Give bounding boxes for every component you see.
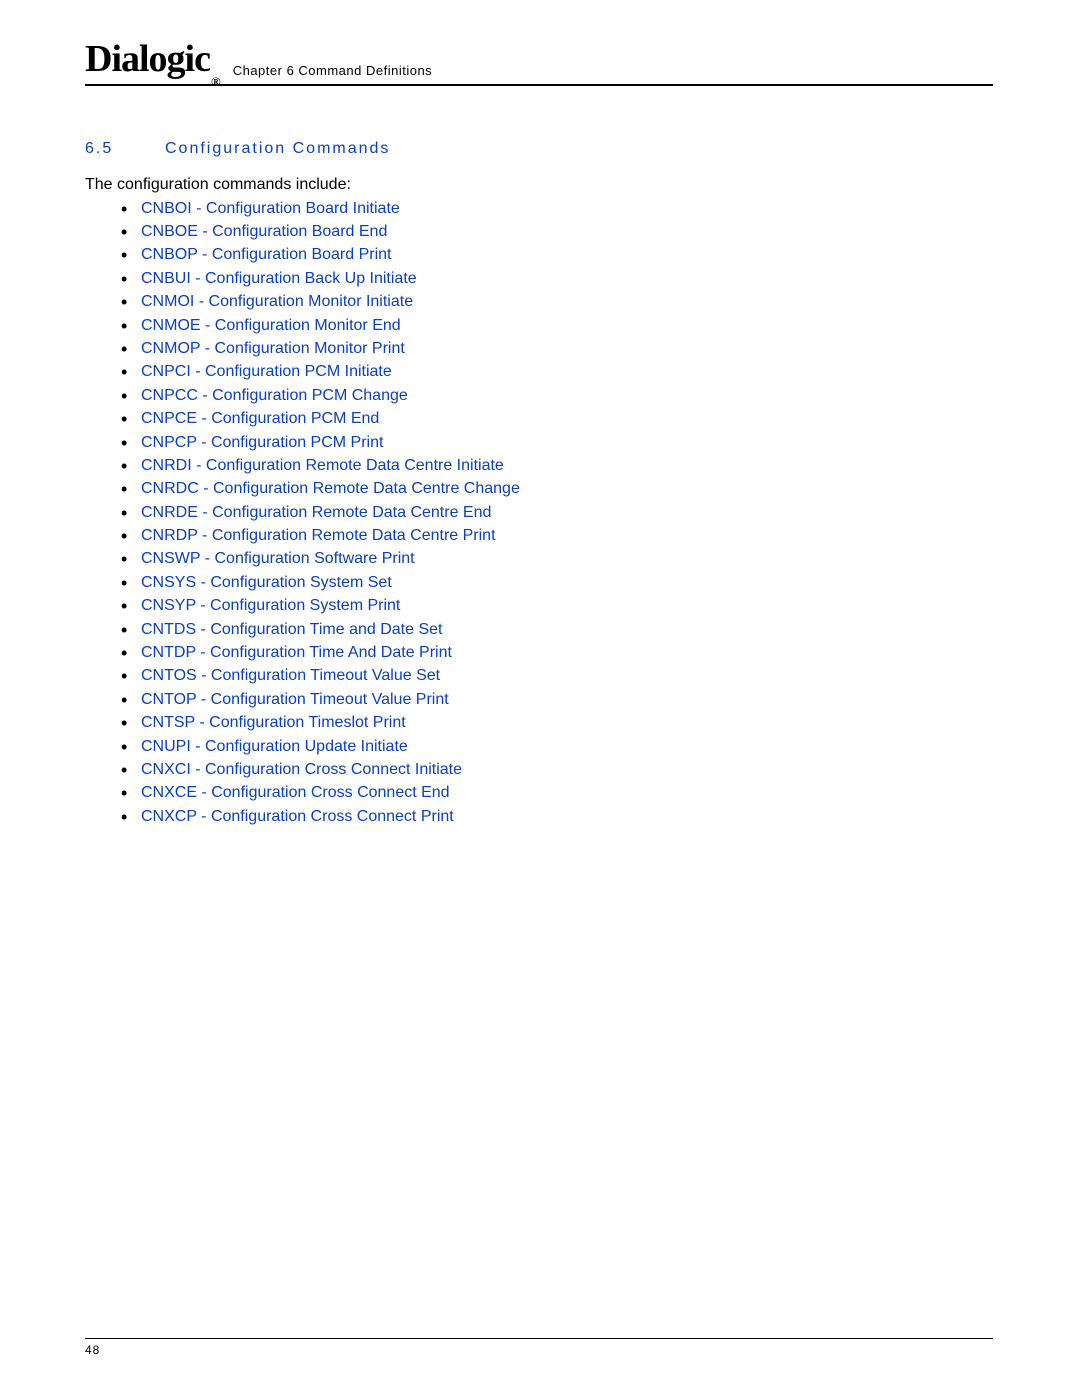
section-intro: The configuration commands include: <box>85 176 995 194</box>
command-link[interactable]: CNTDP - Configuration Time And Date Prin… <box>141 644 452 661</box>
section-number: 6.5 <box>85 140 165 158</box>
command-link[interactable]: CNMOE - Configuration Monitor End <box>141 317 401 334</box>
command-link[interactable]: CNPCC - Configuration PCM Change <box>141 387 408 404</box>
command-link[interactable]: CNBUI - Configuration Back Up Initiate <box>141 270 417 287</box>
command-link[interactable]: CNTDS - Configuration Time and Date Set <box>141 621 442 638</box>
list-item: CNTSP - Configuration Timeslot Print <box>121 714 995 732</box>
command-link[interactable]: CNPCE - Configuration PCM End <box>141 410 379 427</box>
list-item: CNMOP - Configuration Monitor Print <box>121 340 995 358</box>
command-link[interactable]: CNSYS - Configuration System Set <box>141 574 392 591</box>
command-link[interactable]: CNTOS - Configuration Timeout Value Set <box>141 667 440 684</box>
list-item: CNMOI - Configuration Monitor Initiate <box>121 293 995 311</box>
list-item: CNTDS - Configuration Time and Date Set <box>121 621 995 639</box>
command-link[interactable]: CNTSP - Configuration Timeslot Print <box>141 714 406 731</box>
command-link[interactable]: CNMOP - Configuration Monitor Print <box>141 340 405 357</box>
list-item: CNSWP - Configuration Software Print <box>121 550 995 568</box>
command-link[interactable]: CNRDE - Configuration Remote Data Centre… <box>141 504 491 521</box>
list-item: CNRDE - Configuration Remote Data Centre… <box>121 504 995 522</box>
brand-logo: Dialogic® <box>85 40 219 82</box>
registered-trademark-icon: ® <box>211 74 220 89</box>
list-item: CNPCE - Configuration PCM End <box>121 410 995 428</box>
command-link[interactable]: CNRDP - Configuration Remote Data Centre… <box>141 527 496 544</box>
list-item: CNRDC - Configuration Remote Data Centre… <box>121 480 995 498</box>
brand-logo-text: Dialogic <box>85 38 210 80</box>
section-title: Configuration Commands <box>165 140 390 158</box>
command-link[interactable]: CNRDI - Configuration Remote Data Centre… <box>141 457 504 474</box>
command-link[interactable]: CNPCP - Configuration PCM Print <box>141 434 383 451</box>
list-item: CNTOS - Configuration Timeout Value Set <box>121 667 995 685</box>
command-link[interactable]: CNPCI - Configuration PCM Initiate <box>141 363 392 380</box>
list-item: CNUPI - Configuration Update Initiate <box>121 738 995 756</box>
page-number: 48 <box>85 1343 100 1357</box>
command-link[interactable]: CNBOP - Configuration Board Print <box>141 246 391 263</box>
list-item: CNPCC - Configuration PCM Change <box>121 387 995 405</box>
command-link[interactable]: CNSWP - Configuration Software Print <box>141 550 415 567</box>
list-item: CNSYS - Configuration System Set <box>121 574 995 592</box>
list-item: CNBUI - Configuration Back Up Initiate <box>121 270 995 288</box>
list-item: CNXCI - Configuration Cross Connect Init… <box>121 761 995 779</box>
list-item: CNBOI - Configuration Board Initiate <box>121 200 995 218</box>
command-link[interactable]: CNBOE - Configuration Board End <box>141 223 387 240</box>
list-item: CNSYP - Configuration System Print <box>121 597 995 615</box>
document-page: Dialogic® Chapter 6 Command Definitions … <box>0 0 1080 1397</box>
page-footer: 48 <box>85 1338 993 1357</box>
list-item: CNBOP - Configuration Board Print <box>121 246 995 264</box>
list-item: CNPCP - Configuration PCM Print <box>121 434 995 452</box>
list-item: CNRDI - Configuration Remote Data Centre… <box>121 457 995 475</box>
section-heading: 6.5 Configuration Commands <box>85 140 995 158</box>
list-item: CNTOP - Configuration Timeout Value Prin… <box>121 691 995 709</box>
list-item: CNXCP - Configuration Cross Connect Prin… <box>121 808 995 826</box>
list-item: CNPCI - Configuration PCM Initiate <box>121 363 995 381</box>
list-item: CNBOE - Configuration Board End <box>121 223 995 241</box>
command-link[interactable]: CNXCP - Configuration Cross Connect Prin… <box>141 808 454 825</box>
command-link[interactable]: CNRDC - Configuration Remote Data Centre… <box>141 480 520 497</box>
command-link[interactable]: CNUPI - Configuration Update Initiate <box>141 738 408 755</box>
list-item: CNTDP - Configuration Time And Date Prin… <box>121 644 995 662</box>
command-link[interactable]: CNTOP - Configuration Timeout Value Prin… <box>141 691 449 708</box>
command-link[interactable]: CNXCI - Configuration Cross Connect Init… <box>141 761 462 778</box>
command-link[interactable]: CNBOI - Configuration Board Initiate <box>141 200 400 217</box>
command-link[interactable]: CNXCE - Configuration Cross Connect End <box>141 784 450 801</box>
list-item: CNRDP - Configuration Remote Data Centre… <box>121 527 995 545</box>
command-link[interactable]: CNSYP - Configuration System Print <box>141 597 400 614</box>
page-header: Dialogic® Chapter 6 Command Definitions <box>85 40 993 86</box>
list-item: CNXCE - Configuration Cross Connect End <box>121 784 995 802</box>
command-list: CNBOI - Configuration Board Initiate CNBO… <box>121 200 995 826</box>
chapter-title: Chapter 6 Command Definitions <box>233 63 432 82</box>
command-link[interactable]: CNMOI - Configuration Monitor Initiate <box>141 293 413 310</box>
list-item: CNMOE - Configuration Monitor End <box>121 317 995 335</box>
